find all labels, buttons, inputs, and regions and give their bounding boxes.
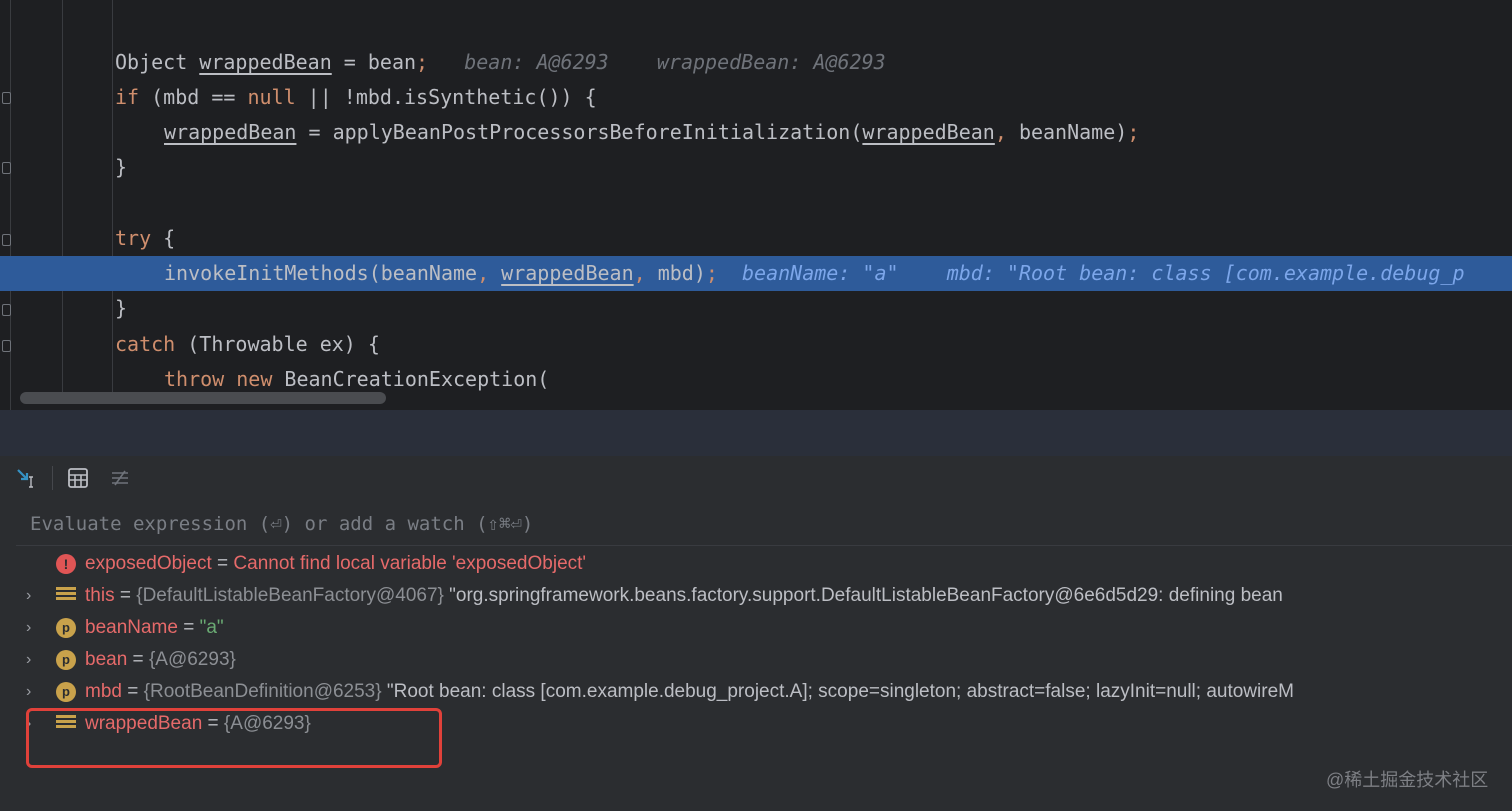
- watermark: @稀土掘金技术社区: [1326, 770, 1489, 790]
- code-token: ;: [705, 261, 718, 285]
- variable-row-mbd[interactable]: › p mbd = {RootBeanDefinition@6253} "Root …: [16, 676, 1512, 708]
- debug-toolbar: [0, 456, 1512, 501]
- code-token: }: [115, 296, 128, 320]
- code-line[interactable]: wrappedBean = applyBeanPostProcessorsBef…: [0, 115, 1512, 150]
- code-line-current[interactable]: invokeInitMethods(beanName, wrappedBean,…: [0, 256, 1512, 291]
- panel-left-rail: [0, 500, 17, 811]
- code-keyword: catch: [115, 332, 176, 356]
- variable-name: bean: [85, 649, 128, 670]
- code-line[interactable]: }: [0, 150, 1512, 185]
- horizontal-scrollbar[interactable]: [20, 392, 386, 404]
- code-token: || !mbd.isSynthetic()) {: [295, 85, 597, 109]
- chevron-right-icon[interactable]: ›: [26, 580, 31, 612]
- code-token: ,: [994, 120, 1019, 144]
- code-token: = bean: [331, 50, 417, 74]
- code-text: if (mbd == null || !mbd.isSynthetic()) {: [115, 80, 597, 115]
- code-keyword: null: [247, 85, 296, 109]
- code-token: = applyBeanPostProcessorsBeforeInitializ…: [296, 120, 863, 144]
- code-text: invokeInitMethods(beanName, wrappedBean,…: [164, 256, 1464, 291]
- code-text: }: [115, 150, 127, 185]
- variable-text: beanName = "a": [85, 612, 224, 644]
- code-variable[interactable]: wrappedBean: [862, 120, 994, 144]
- chevron-right-icon[interactable]: ›: [26, 676, 31, 708]
- code-editor[interactable]: Object wrappedBean = bean; bean: A@6293 …: [0, 0, 1512, 410]
- variable-text: exposedObject = Cannot find local variab…: [85, 548, 586, 580]
- code-token: invokeInitMethods(beanName: [164, 261, 478, 285]
- show-execution-point-icon[interactable]: [12, 464, 40, 492]
- code-keyword: if: [115, 85, 140, 109]
- variable-row-bean[interactable]: › p bean = {A@6293}: [16, 644, 1512, 676]
- annotation-highlight-box: [26, 708, 442, 768]
- chevron-right-icon[interactable]: ›: [26, 644, 31, 676]
- code-token: (mbd ==: [139, 85, 248, 109]
- inline-value-hint: bean: A@6293 wrappedBean: A@6293: [428, 50, 886, 74]
- code-token: ,: [633, 261, 658, 285]
- parameter-icon: p: [56, 682, 76, 702]
- variable-equals: =: [114, 585, 137, 606]
- code-text: try {: [115, 221, 175, 256]
- code-keyword: throw: [164, 367, 225, 391]
- variable-type: {A@6293}: [148, 649, 236, 670]
- field-icon: [56, 587, 76, 607]
- variable-row-beanname[interactable]: › p beanName = "a": [16, 612, 1512, 644]
- variable-text: bean = {A@6293}: [85, 644, 236, 676]
- variable-row-this[interactable]: › this = {DefaultListableBeanFactory@4067…: [16, 580, 1512, 612]
- code-keyword: try: [115, 226, 152, 250]
- variable-row-exposedobject[interactable]: ! exposedObject = Cannot find local varia…: [16, 548, 1512, 580]
- code-token: ,: [477, 261, 502, 285]
- code-line[interactable]: }: [0, 291, 1512, 326]
- code-text: }: [115, 291, 127, 326]
- code-text: wrappedBean = applyBeanPostProcessorsBef…: [164, 115, 1139, 150]
- variable-value: "org.springframework.beans.factory.suppo…: [443, 585, 1283, 606]
- code-token: beanName): [1018, 120, 1128, 144]
- parameter-icon: p: [56, 618, 76, 638]
- code-variable[interactable]: wrappedBean: [199, 50, 331, 74]
- code-line[interactable]: Object wrappedBean = bean; bean: A@6293 …: [0, 45, 1512, 80]
- parameter-icon: p: [56, 650, 76, 670]
- variable-equals: =: [211, 553, 234, 574]
- toolbar-separator: [52, 466, 53, 490]
- layout-settings-icon[interactable]: [106, 464, 134, 492]
- code-keyword: new: [236, 367, 273, 391]
- code-line[interactable]: catch (Throwable ex) {: [0, 327, 1512, 362]
- variable-value: "a": [199, 617, 224, 638]
- variable-name: beanName: [85, 617, 178, 638]
- variable-name: mbd: [85, 681, 122, 702]
- variable-type: {DefaultListableBeanFactory@4067}: [136, 585, 444, 606]
- inline-value-hint: beanName: "a" mbd: "Root bean: class [co…: [717, 261, 1465, 285]
- code-line[interactable]: if (mbd == null || !mbd.isSynthetic()) {: [0, 80, 1512, 115]
- panel-divider: [0, 410, 1512, 456]
- evaluate-expression-bar: [16, 500, 1512, 546]
- variable-name: exposedObject: [85, 553, 212, 574]
- variable-name: this: [85, 585, 115, 606]
- code-token: BeanCreationException(: [272, 367, 550, 391]
- code-variable[interactable]: wrappedBean: [164, 120, 296, 144]
- variable-equals: =: [127, 649, 149, 670]
- code-text: catch (Throwable ex) {: [115, 327, 380, 362]
- variable-value: "Root bean: class [com.example.debug_pro…: [381, 681, 1294, 702]
- chevron-right-icon[interactable]: ›: [26, 612, 31, 644]
- code-token: ;: [1127, 120, 1140, 144]
- code-token: Object: [115, 50, 200, 74]
- evaluate-expression-icon[interactable]: [64, 464, 92, 492]
- code-token: }: [115, 155, 128, 179]
- variables-list: ! exposedObject = Cannot find local varia…: [16, 546, 1512, 811]
- code-token: (Throwable ex) {: [175, 332, 380, 356]
- variable-equals: =: [177, 617, 200, 638]
- code-token: ;: [416, 50, 429, 74]
- variable-type: {RootBeanDefinition@6253}: [143, 681, 382, 702]
- code-token: mbd): [657, 261, 706, 285]
- variable-equals: =: [121, 681, 144, 702]
- evaluate-expression-input[interactable]: [28, 508, 1132, 540]
- variable-value: Cannot find local variable 'exposedObjec…: [233, 553, 587, 574]
- code-variable[interactable]: wrappedBean: [501, 261, 633, 285]
- code-token: {: [151, 226, 176, 250]
- variable-text: mbd = {RootBeanDefinition@6253} "Root be…: [85, 676, 1294, 708]
- code-line[interactable]: try {: [0, 221, 1512, 256]
- code-text: Object wrappedBean = bean; bean: A@6293 …: [115, 45, 886, 80]
- variable-text: this = {DefaultListableBeanFactory@4067}…: [85, 580, 1283, 612]
- error-icon: !: [56, 554, 76, 574]
